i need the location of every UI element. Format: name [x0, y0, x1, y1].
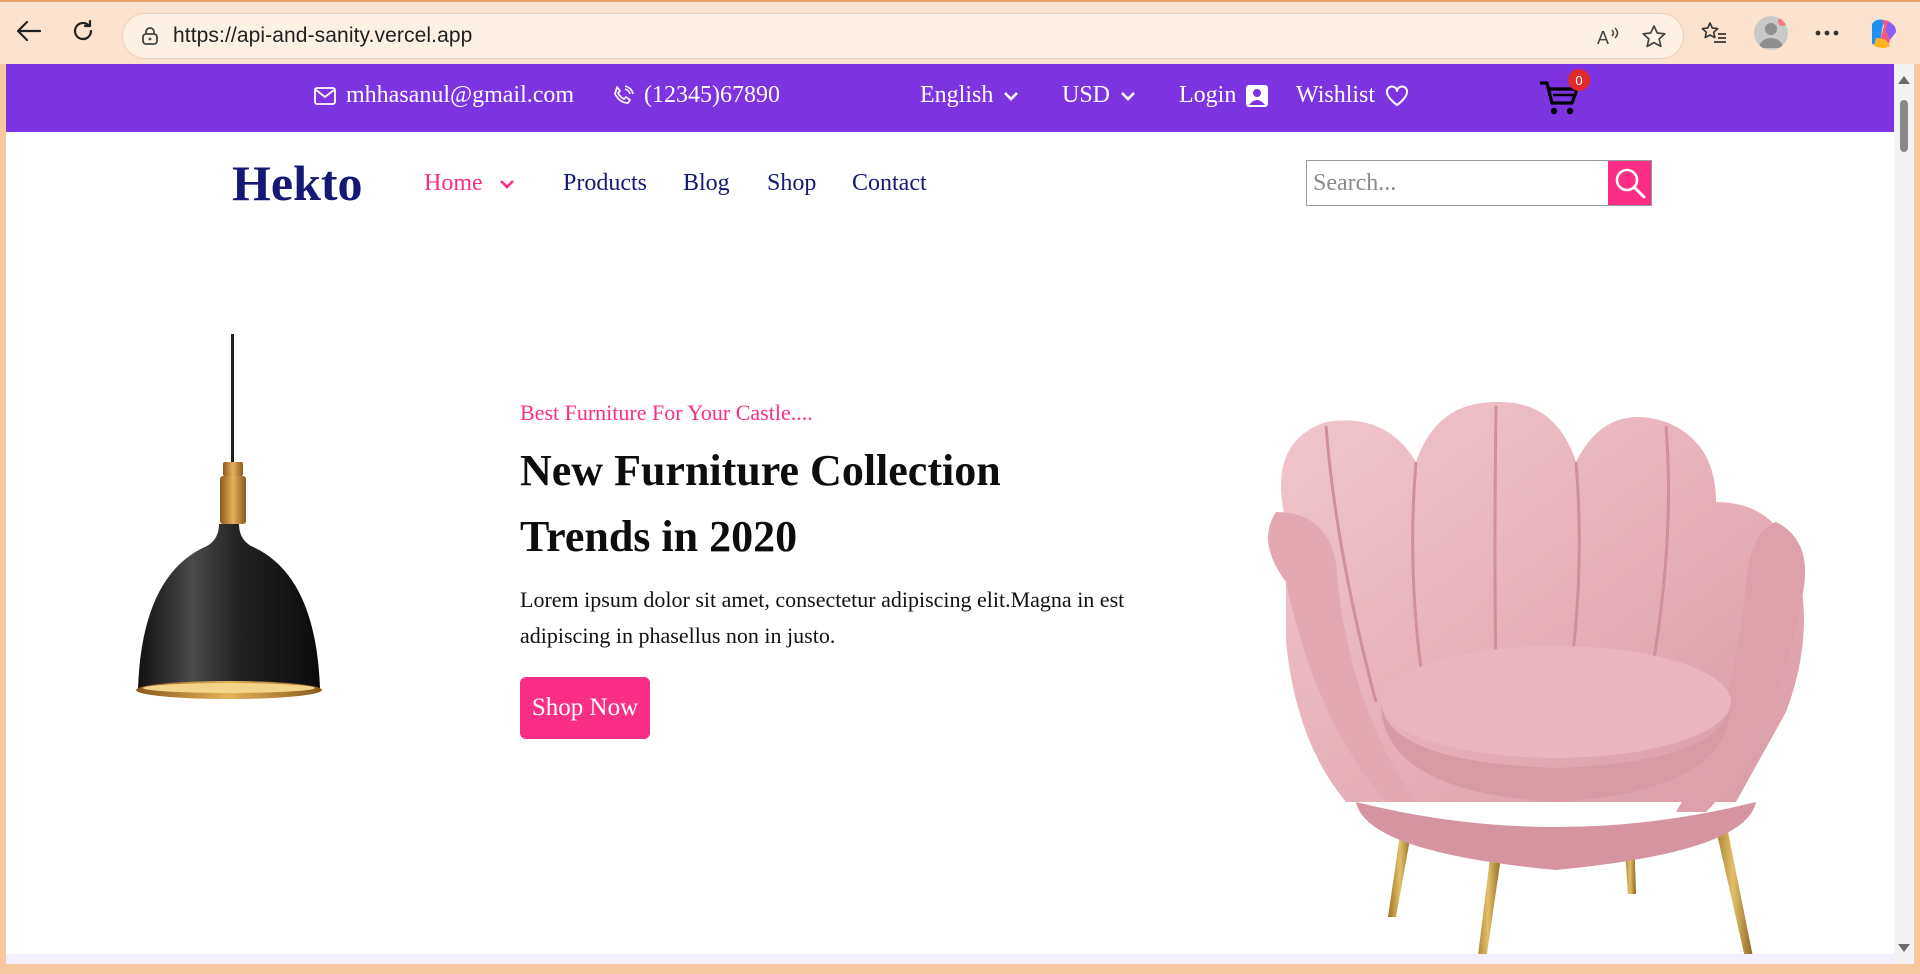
search-box	[1306, 160, 1652, 206]
chevron-down-icon	[499, 179, 514, 189]
top-info-bar: mhhasanul@gmail.com (12345)67890 English…	[6, 64, 1894, 132]
url-text[interactable]: https://api-and-sanity.vercel.app	[173, 24, 472, 48]
browser-toolbar: https://api-and-sanity.vercel.app A	[0, 0, 1920, 64]
wishlist-link[interactable]: Wishlist	[1296, 82, 1409, 109]
search-icon	[1615, 168, 1645, 199]
email-contact[interactable]: mhhasanul@gmail.com	[314, 82, 574, 109]
copilot-icon[interactable]	[1866, 16, 1900, 50]
language-value: English	[920, 82, 994, 108]
shop-now-button[interactable]: Shop Now	[520, 677, 650, 739]
page-scrollbar[interactable]	[1894, 64, 1914, 964]
phone-contact[interactable]: (12345)67890	[612, 82, 780, 109]
scroll-down-arrow-icon[interactable]	[1898, 944, 1910, 952]
phone-call-icon	[614, 84, 634, 104]
nav-home-label: Home	[424, 170, 483, 196]
hero-title: New Furniture Collection Trends in 2020	[520, 446, 1001, 561]
nav-shop[interactable]: Shop	[767, 170, 816, 197]
pink-chair-image	[1268, 401, 1806, 964]
nav-home[interactable]: Home	[424, 170, 515, 197]
currency-select[interactable]: USD	[1062, 82, 1136, 109]
hero-description: Lorem ipsum dolor sit amet, consectetur …	[520, 587, 1125, 648]
scroll-up-arrow-icon[interactable]	[1898, 76, 1910, 84]
wishlist-text: Wishlist	[1296, 82, 1376, 108]
cart-count-badge: 0	[1568, 69, 1590, 91]
cart-button[interactable]: 0	[1540, 69, 1590, 116]
favorites-list-icon[interactable]	[1700, 20, 1728, 46]
more-options-icon[interactable]	[1814, 29, 1840, 37]
search-input[interactable]	[1307, 161, 1608, 205]
lock-icon[interactable]	[139, 25, 161, 47]
login-text: Login	[1179, 82, 1237, 108]
chevron-down-icon	[1121, 91, 1135, 101]
chevron-down-icon	[1004, 91, 1019, 101]
section-divider	[6, 954, 1894, 964]
currency-value: USD	[1062, 82, 1111, 108]
language-select[interactable]: English	[920, 82, 1019, 109]
hero-section: Best Furniture For Your Castle.... New F…	[6, 232, 1894, 964]
nav-blog[interactable]: Blog	[683, 170, 730, 197]
refresh-icon	[73, 19, 93, 41]
login-link[interactable]: Login	[1179, 82, 1269, 109]
email-text: mhhasanul@gmail.com	[346, 82, 575, 108]
read-aloud-icon[interactable]: A	[1595, 24, 1621, 50]
scrollbar-thumb[interactable]	[1900, 100, 1908, 152]
page-viewport: mhhasanul@gmail.com (12345)67890 English…	[6, 64, 1894, 964]
hero-tagline: Best Furniture For Your Castle....	[520, 400, 813, 425]
address-bar[interactable]: https://api-and-sanity.vercel.app A	[122, 13, 1684, 59]
mail-icon	[314, 86, 336, 105]
user-icon	[1246, 84, 1269, 107]
back-button[interactable]	[14, 16, 44, 46]
heart-icon	[1386, 84, 1409, 106]
back-arrow-icon	[16, 20, 42, 42]
logo[interactable]: Hekto	[232, 154, 363, 212]
nav-products[interactable]: Products	[563, 170, 647, 197]
svg-text:A: A	[1597, 28, 1609, 48]
main-nav: Hekto Home Products Blog Shop Contact	[6, 132, 1894, 232]
nav-contact[interactable]: Contact	[852, 170, 927, 197]
pendant-lamp-image	[136, 334, 322, 699]
search-button[interactable]	[1608, 161, 1651, 205]
favorite-star-icon[interactable]	[1641, 24, 1667, 50]
phone-text: (12345)67890	[644, 82, 780, 108]
profile-avatar[interactable]	[1754, 16, 1788, 50]
refresh-button[interactable]	[68, 16, 98, 46]
